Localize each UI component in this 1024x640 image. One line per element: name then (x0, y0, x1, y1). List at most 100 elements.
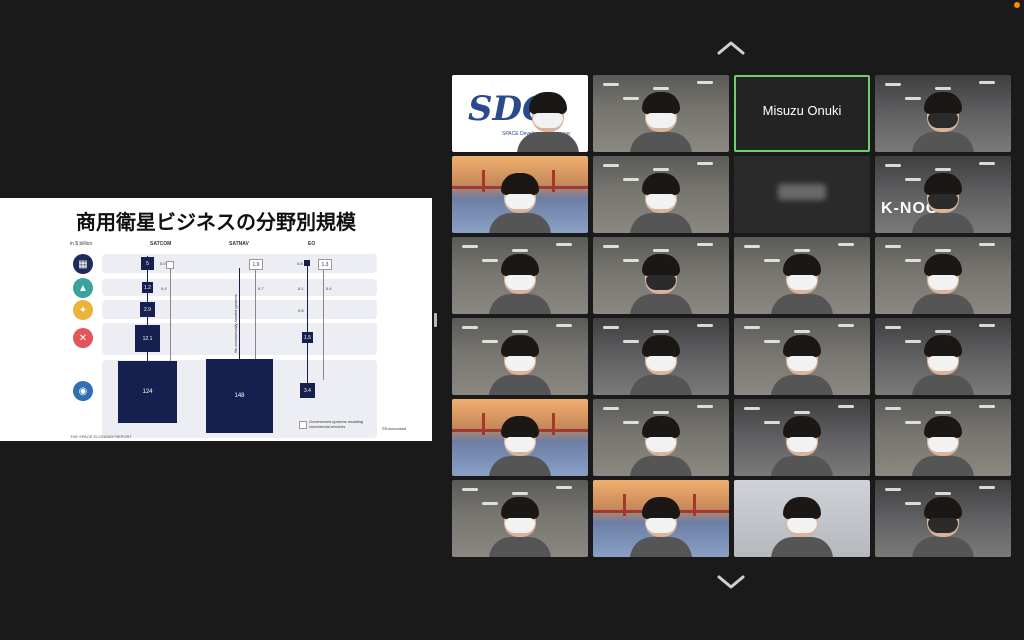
broadcast-icon: ▦ (73, 254, 93, 274)
participant-video-tile[interactable] (452, 399, 588, 476)
participant-video-tile[interactable] (734, 399, 870, 476)
participant-video-tile[interactable] (734, 156, 870, 233)
participant-mask (533, 113, 563, 128)
participant-video-tile[interactable] (875, 318, 1011, 395)
participant-mask (928, 356, 958, 371)
participant-hair (529, 92, 567, 114)
participant-mask (505, 356, 535, 371)
satnav-bar-row5: 148 (206, 359, 273, 433)
participant-mask (646, 275, 676, 290)
participant-body (630, 213, 692, 233)
participant-video-tile[interactable]: Misuzu Onuki (734, 75, 870, 152)
participant-figure (630, 248, 692, 314)
participant-video-tile[interactable] (593, 237, 729, 314)
eo-value-row3: 0.8 (298, 308, 304, 313)
column-header-satcom: SATCOM (150, 241, 172, 247)
participant-hair (501, 497, 539, 519)
participant-figure (912, 491, 974, 557)
blurred-name (778, 184, 826, 200)
ceiling-light (838, 243, 854, 246)
participant-video-tile[interactable] (875, 75, 1011, 152)
participant-mask (787, 356, 817, 371)
page-down-chevron-icon[interactable] (716, 574, 746, 590)
participant-video-tile[interactable] (593, 399, 729, 476)
eo-value-row2: 0.1 (298, 286, 304, 291)
ceiling-light (603, 164, 619, 167)
participant-video-tile[interactable] (593, 156, 729, 233)
participant-name: Misuzu Onuki (762, 103, 842, 118)
participant-mask (646, 518, 676, 533)
ceiling-light (885, 245, 901, 248)
ceiling-light (697, 81, 713, 84)
eo-gov-axis (323, 268, 324, 380)
column-header-satnav: SATNAV (229, 241, 249, 247)
column-header-eo: EO (308, 241, 316, 247)
unit-label: in $ billion (70, 241, 93, 247)
participant-video-tile[interactable] (452, 156, 588, 233)
participant-body (912, 294, 974, 314)
satcom-gov-value-row1: 0.0 (160, 261, 166, 266)
recording-indicator (1014, 2, 1020, 8)
participant-figure (912, 329, 974, 395)
satellite-icon: ✕ (73, 328, 93, 348)
ceiling-light (744, 407, 760, 410)
participant-figure (912, 248, 974, 314)
participant-body (771, 456, 833, 476)
participant-video-tile[interactable]: K-NOO (875, 156, 1011, 233)
page-up-chevron-icon[interactable] (716, 40, 746, 56)
participant-video-tile[interactable]: SDGSPACE Development Gateway (452, 75, 588, 152)
participant-body (630, 132, 692, 152)
participant-hair (501, 416, 539, 438)
satcom-gov-axis (170, 262, 171, 370)
participant-video-tile[interactable] (593, 480, 729, 557)
participant-figure (630, 491, 692, 557)
ceiling-light (885, 488, 901, 491)
splitter-handle[interactable] (434, 313, 437, 327)
satnav-axis (239, 268, 240, 360)
ceiling-light (697, 243, 713, 246)
participant-figure (489, 167, 551, 233)
participant-body (912, 375, 974, 395)
participant-body (912, 537, 974, 557)
participant-video-tile[interactable] (875, 399, 1011, 476)
participant-video-tile[interactable] (875, 480, 1011, 557)
participant-video-tile[interactable] (593, 75, 729, 152)
participant-video-tile[interactable] (452, 480, 588, 557)
ceiling-light (885, 83, 901, 86)
participant-body (489, 537, 551, 557)
legend-gov-box (299, 421, 307, 429)
participant-video-tile[interactable] (593, 318, 729, 395)
ceiling-light (556, 324, 572, 327)
satcom-bar-row5: 124 (118, 361, 177, 423)
bridge-tower (482, 170, 485, 192)
participant-video-tile[interactable] (452, 318, 588, 395)
ceiling-light (556, 486, 572, 489)
participant-body (912, 132, 974, 152)
participant-mask (646, 356, 676, 371)
ceiling-light (603, 245, 619, 248)
ceiling-light (462, 326, 478, 329)
participant-video-tile[interactable] (452, 237, 588, 314)
participant-figure (630, 329, 692, 395)
participant-figure (912, 167, 974, 233)
ceiling-light (603, 83, 619, 86)
bridge-tower (552, 170, 555, 192)
participant-video-tile[interactable] (875, 237, 1011, 314)
participant-mask (928, 113, 958, 128)
participant-video-tile[interactable] (734, 318, 870, 395)
participant-hair (783, 254, 821, 276)
ceiling-light (603, 407, 619, 410)
participant-video-tile[interactable] (734, 237, 870, 314)
participant-hair (642, 335, 680, 357)
participant-mask (928, 437, 958, 452)
ceiling-light (744, 245, 760, 248)
participant-body (489, 456, 551, 476)
launch-icon: ▲ (73, 278, 93, 298)
participant-body (630, 537, 692, 557)
participant-body (630, 456, 692, 476)
participant-hair (642, 92, 680, 114)
ceiling-light (744, 326, 760, 329)
satcom-bar-row3: 2.9 (140, 302, 155, 317)
participant-figure (771, 329, 833, 395)
participant-video-tile[interactable] (734, 480, 870, 557)
